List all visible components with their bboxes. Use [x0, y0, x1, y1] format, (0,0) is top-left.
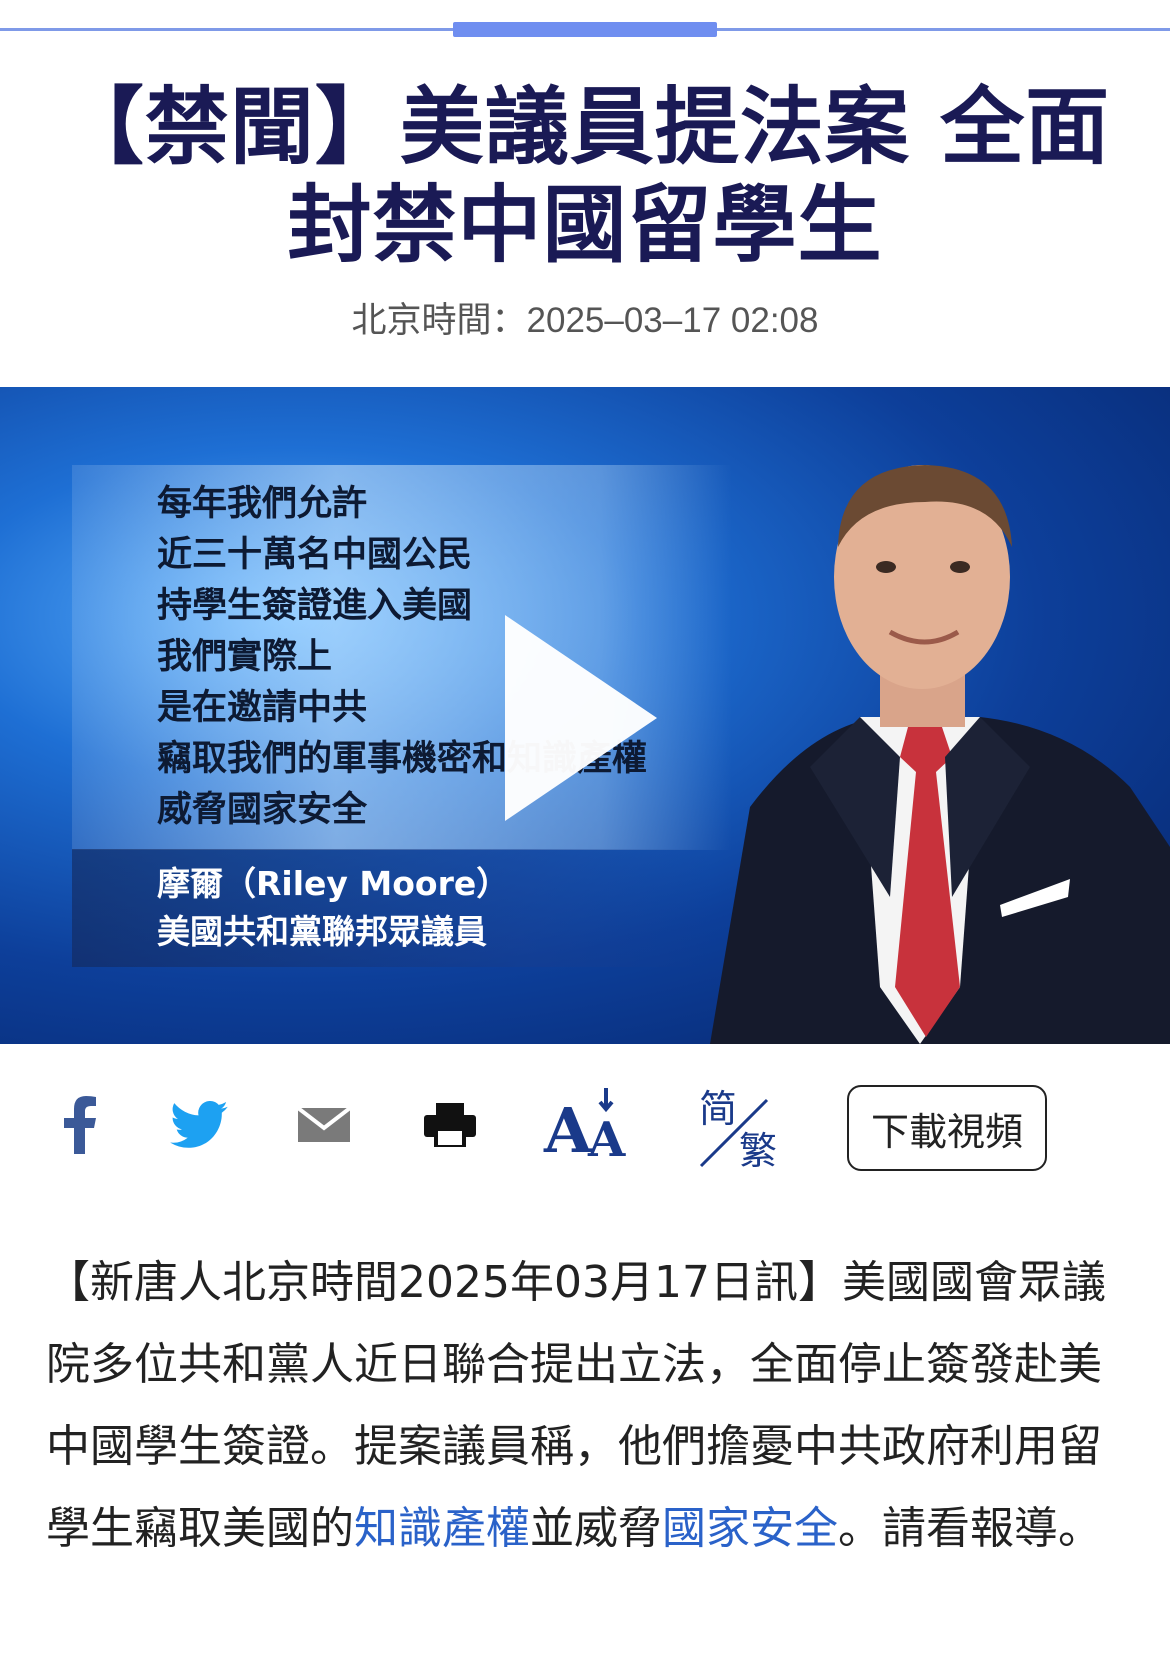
quote-line: 每年我們允許 [157, 484, 368, 524]
link-national-security[interactable]: 國家安全 [662, 1503, 838, 1554]
article-text: 。請看報導。 [838, 1503, 1102, 1554]
top-tab-indicator [453, 22, 717, 37]
article-text: 並威脅 [530, 1503, 662, 1554]
speaker-name: 摩爾（Riley Moore） [157, 864, 510, 903]
speaker-portrait [710, 465, 1170, 1044]
play-icon[interactable] [505, 615, 657, 821]
facebook-icon[interactable] [52, 1070, 108, 1180]
font-size-label: A [543, 1094, 593, 1162]
download-video-button[interactable]: 下載視頻 [847, 1085, 1047, 1171]
link-intellectual-property[interactable]: 知識產權 [354, 1503, 530, 1554]
twitter-icon[interactable] [168, 1070, 230, 1180]
svg-text:A: A [587, 1112, 626, 1162]
simplified-traditional-icon[interactable]: 简 繁 [690, 1070, 790, 1180]
page-title: 【禁聞】美議員提法案 全面封禁中國留學生 [59, 78, 1111, 274]
quote-line: 近三十萬名中國公民 [157, 535, 473, 575]
speaker-title: 美國共和黨聯邦眾議員 [157, 912, 487, 951]
print-icon[interactable] [422, 1070, 478, 1180]
email-icon[interactable] [296, 1070, 352, 1180]
video-player[interactable]: 每年我們允許 近三十萬名中國公民 持學生簽證進入美國 我們實際上 是在邀請中共 … [0, 387, 1170, 1044]
article-body: 【新唐人北京時間2025年03月17日訊】美國國會眾議院多位共和黨人近日聯合提出… [46, 1242, 1136, 1570]
font-size-icon[interactable]: A A [540, 1070, 635, 1180]
publish-time: 北京時間：2025–03–17 02:08 [351, 301, 819, 340]
